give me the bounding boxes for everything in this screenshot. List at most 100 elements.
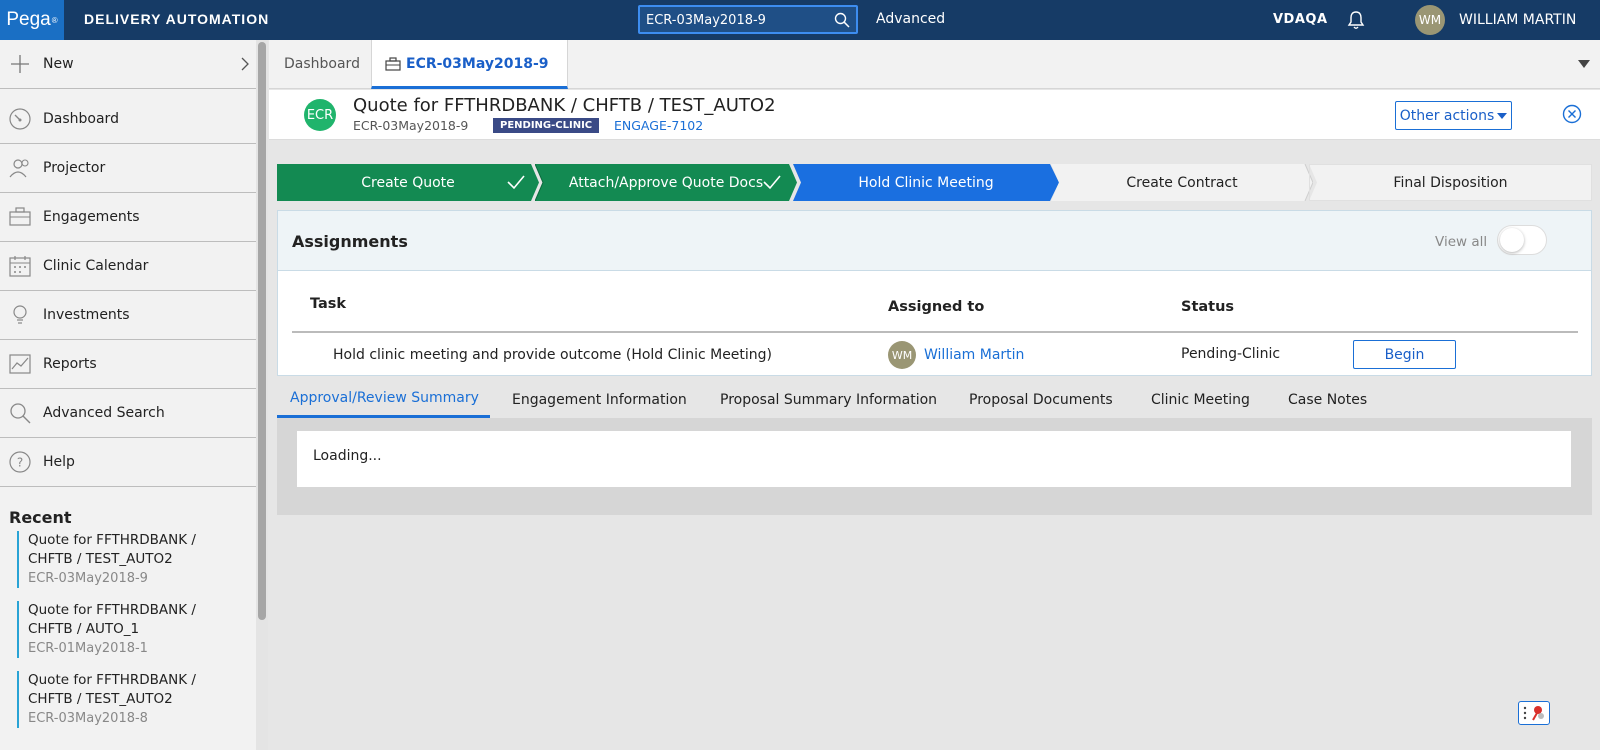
sidebar-item-dashboard[interactable]: Dashboard	[0, 95, 256, 144]
tab-panel-content: Loading...	[297, 431, 1571, 487]
tab-proposal-summary-information[interactable]: Proposal Summary Information	[720, 392, 937, 408]
toggle-knob	[1500, 228, 1524, 252]
sidebar-item-help[interactable]: ? Help	[0, 438, 256, 487]
view-all-label: View all	[1435, 234, 1488, 250]
user-name[interactable]: WILLIAM MARTIN	[1459, 12, 1576, 28]
environment-label: VDAQA	[1273, 12, 1328, 27]
tab-panel: Loading...	[277, 418, 1592, 515]
case-title: Quote for FFTHRDBANK / CHFTB / TEST_AUTO…	[353, 95, 776, 116]
chevron-right-icon	[241, 57, 249, 71]
scrollbar-thumb[interactable]	[258, 42, 266, 620]
recent-item-id: ECR-01May2018-1	[28, 641, 148, 656]
recent-item-title: Quote for FFTHRDBANK /	[28, 532, 196, 548]
other-actions-button[interactable]: Other actions	[1395, 101, 1512, 130]
calendar-icon	[9, 256, 31, 277]
checkmark-icon	[763, 175, 781, 190]
sidebar-item-label: Projector	[43, 160, 106, 176]
avatar[interactable]: WM	[1415, 5, 1445, 35]
sidebar-item-label: Dashboard	[43, 111, 119, 127]
close-icon[interactable]	[1562, 104, 1582, 124]
tab-engagement-information[interactable]: Engagement Information	[512, 392, 687, 408]
loading-text: Loading...	[313, 448, 382, 464]
advanced-search-link[interactable]: Advanced	[876, 11, 945, 27]
tab-approval-review-summary[interactable]: Approval/Review Summary	[290, 390, 479, 406]
bell-icon[interactable]	[1347, 10, 1365, 30]
case-type-badge: ECR	[304, 99, 336, 131]
sidebar-item-label: Investments	[43, 307, 130, 323]
stage-label: Attach/Approve Quote Docs	[568, 174, 764, 191]
sidebar-item-label: Engagements	[43, 209, 140, 225]
plus-icon	[11, 55, 29, 73]
recent-item[interactable]: Quote for FFTHRDBANK / CHFTB / TEST_AUTO…	[17, 671, 247, 728]
status-badge: PENDING-CLINIC	[493, 118, 600, 133]
recent-heading: Recent	[9, 508, 72, 527]
caret-down-icon[interactable]	[1578, 59, 1590, 69]
checkmark-icon	[507, 175, 525, 190]
stage-progress: Create Quote Attach/Approve Quote Docs H…	[277, 164, 1592, 201]
assignments-header: Assignments View all	[278, 211, 1591, 271]
avatar: WM	[888, 341, 916, 369]
recent-item-title: CHFTB / TEST_AUTO2	[28, 691, 173, 707]
people-icon	[9, 159, 29, 178]
recent-item[interactable]: Quote for FFTHRDBANK / CHFTB / TEST_AUTO…	[17, 531, 247, 588]
sidebar-item-advanced-search[interactable]: Advanced Search	[0, 389, 256, 438]
top-header: Pega® DELIVERY AUTOMATION Advanced VDAQA…	[0, 0, 1600, 40]
search-field[interactable]	[638, 5, 858, 34]
sidebar-item-reports[interactable]: Reports	[0, 340, 256, 389]
recent-item[interactable]: Quote for FFTHRDBANK / CHFTB / AUTO_1 EC…	[17, 601, 247, 658]
pin-icon	[1523, 706, 1544, 721]
case-header: ECR Quote for FFTHRDBANK / CHFTB / TEST_…	[269, 90, 1600, 140]
live-ui-helper-icon[interactable]	[1518, 701, 1550, 725]
view-all-toggle[interactable]	[1497, 225, 1547, 255]
stage-attach-approve-quote-docs[interactable]: Attach/Approve Quote Docs	[535, 164, 797, 201]
sidebar-item-clinic-calendar[interactable]: Clinic Calendar	[0, 242, 256, 291]
case-id: ECR-03May2018-9	[353, 118, 469, 133]
tab-label: ECR-03May2018-9	[406, 56, 549, 72]
stage-hold-clinic-meeting[interactable]: Hold Clinic Meeting	[793, 164, 1059, 201]
sidebar-scrollbar[interactable]	[256, 40, 268, 750]
column-header-status: Status	[1181, 299, 1235, 315]
sidebar-item-projector[interactable]: Projector	[0, 144, 256, 193]
svg-text:?: ?	[17, 456, 23, 470]
sidebar-item-new[interactable]: New	[0, 40, 256, 89]
recent-item-title: Quote for FFTHRDBANK /	[28, 672, 196, 688]
tab-case-notes[interactable]: Case Notes	[1288, 392, 1367, 408]
search-input[interactable]	[646, 10, 826, 30]
tab-dashboard[interactable]: Dashboard	[284, 56, 360, 72]
recent-item-id: ECR-03May2018-9	[28, 571, 148, 586]
tab-proposal-documents[interactable]: Proposal Documents	[969, 392, 1113, 408]
app-title: DELIVERY AUTOMATION	[84, 11, 270, 27]
recent-item-title: CHFTB / AUTO_1	[28, 621, 140, 637]
sidebar-item-label: Clinic Calendar	[43, 258, 149, 274]
gauge-icon	[9, 108, 31, 130]
pega-logo[interactable]: Pega ®	[0, 0, 64, 40]
tab-clinic-meeting[interactable]: Clinic Meeting	[1151, 392, 1250, 408]
briefcase-icon	[385, 57, 401, 71]
search-icon[interactable]	[834, 12, 850, 28]
sidebar-item-label: Reports	[43, 356, 97, 372]
stage-label: Create Quote	[361, 174, 455, 191]
sidebar-item-label: Advanced Search	[43, 405, 165, 421]
briefcase-icon	[9, 207, 31, 226]
column-header-assigned-to: Assigned to	[888, 299, 985, 315]
engagement-link[interactable]: ENGAGE-7102	[614, 118, 703, 133]
caret-down-icon	[1497, 112, 1508, 119]
stage-label: Final Disposition	[1393, 174, 1508, 191]
assignee-link[interactable]: William Martin	[924, 347, 1024, 363]
recent-item-title: Quote for FFTHRDBANK /	[28, 602, 196, 618]
recent-item-title: CHFTB / TEST_AUTO2	[28, 551, 173, 567]
sidebar-item-investments[interactable]: Investments	[0, 291, 256, 340]
stage-create-contract[interactable]: Create Contract	[1051, 164, 1313, 201]
search-icon	[10, 403, 31, 424]
task-cell: Hold clinic meeting and provide outcome …	[333, 347, 773, 363]
help-icon: ?	[9, 451, 31, 473]
stage-final-disposition[interactable]: Final Disposition	[1309, 164, 1592, 201]
stage-create-quote[interactable]: Create Quote	[277, 164, 539, 201]
begin-button[interactable]: Begin	[1353, 340, 1456, 369]
tab-bar: Dashboard ECR-03May2018-9	[269, 40, 1600, 89]
sidebar-item-engagements[interactable]: Engagements	[0, 193, 256, 242]
main-content: Dashboard ECR-03May2018-9 ECR Quote for …	[269, 40, 1600, 750]
tab-case[interactable]: ECR-03May2018-9	[371, 40, 568, 89]
column-header-task: Task	[310, 296, 347, 312]
assignments-panel: Assignments View all Task Assigned to St…	[277, 210, 1592, 376]
